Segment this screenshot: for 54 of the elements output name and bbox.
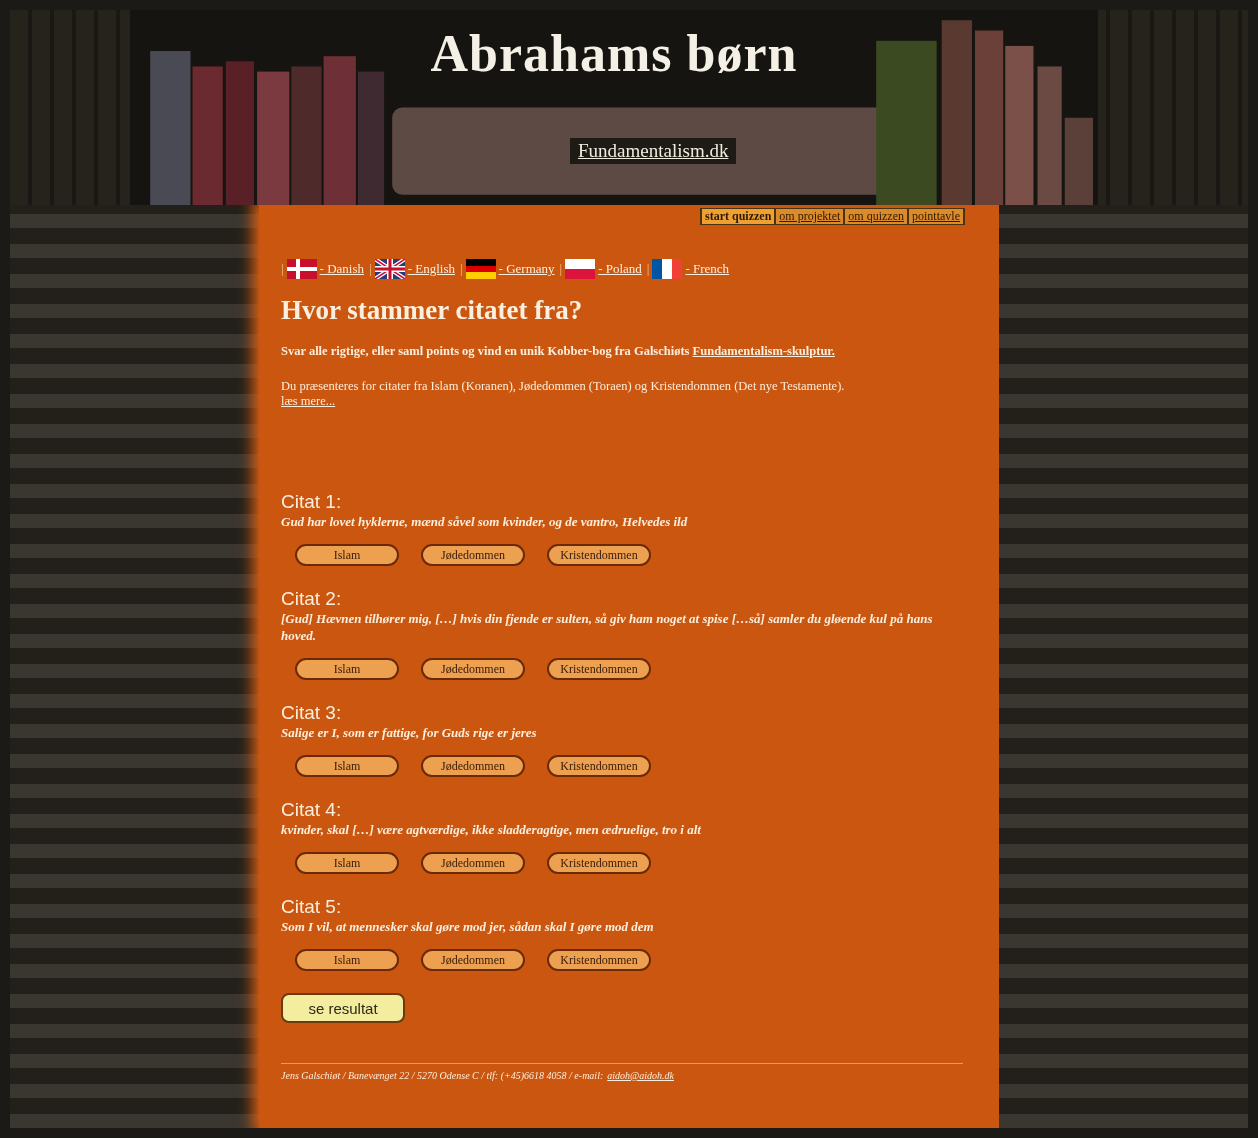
language-link[interactable]: - Poland [598,261,642,277]
answer-button[interactable]: Kristendommen [547,852,651,874]
quote-text: Som I vil, at mennesker skal gøre mod jer, sådan skal I gøre mod dem [281,918,655,935]
answer-button[interactable]: Islam [295,544,399,566]
answer-button[interactable]: Jødedommen [421,949,525,971]
answer-button[interactable]: Jødedommen [421,852,525,874]
quote-label: Citat 5: [281,896,343,918]
quote-text: Salige er I, som er fattige, for Guds rige er jeres [281,724,538,741]
flag-icon [565,259,596,279]
answer-button[interactable]: Kristendommen [547,755,651,777]
nav-link[interactable]: start quizzen [702,209,775,224]
site-link[interactable]: Fundamentalism.dk [570,138,737,164]
intro-text: Svar alle rigtige, eller saml points og vind en unik Kobber-bog fra Galschiøts Fundamentalism-skulptur. [281,344,836,359]
sculpture-link[interactable]: Fundamentalism-skulptur. [692,344,835,358]
quote-label: Citat 1: [281,491,343,513]
quote-label: Citat 3: [281,702,343,724]
language-link[interactable]: - Germany [498,261,555,277]
flag-icon [652,259,683,279]
answer-button[interactable]: Kristendommen [547,544,651,566]
answer-button[interactable]: Islam [295,658,399,680]
email-link[interactable]: aidoh@aidoh.dk [607,1070,674,1081]
answer-button[interactable]: Kristendommen [547,949,651,971]
quote-text: [Gud] Hævnen tilhører mig, […] hvis din fjende er sulten, så giv ham noget at spise […så] samler du gløende kul på hans hoved. [281,610,934,644]
language-link[interactable]: - French [685,261,730,277]
answer-button[interactable]: Jødedommen [421,544,525,566]
flag-icon [465,259,496,279]
separator-text: | [459,261,463,277]
quote-text: Gud har lovet hyklerne, mænd såvel som kvinder, og de vantro, Helvedes ild [281,513,689,530]
answer-button[interactable]: Jødedommen [421,658,525,680]
nav-link[interactable]: om projektet [776,209,844,224]
separator-text: | [369,261,372,277]
flag-icon [374,259,405,279]
answer-button[interactable]: Islam [295,755,399,777]
read-more-link[interactable]: læs mere... [281,394,336,408]
description-text: Du præsenteres for citater fra Islam (Koranen), Jødedommen (Toraen) og Kristendommen (Det nye Testamente). læs mere... [281,379,846,409]
quote-label: Citat 2: [281,588,343,610]
quote-text: kvinder, skal […] være agtværdige, ikke sladderagtige, men ædruelige, tro i alt [281,821,702,838]
separator-text: | [559,261,563,277]
language-link[interactable]: - English [407,261,455,277]
answer-button[interactable]: Kristendommen [547,658,651,680]
page-heading: Hvor stammer citatet fra? [281,295,584,326]
language-link[interactable]: - Danish [319,261,365,277]
site-title: Abrahams børn [429,24,799,83]
footer-text: Jens Galschiøt / Banevænget 22 / 5270 Odense C / tlf: (+45)6618 4058 / e-mail: [281,1070,604,1081]
quote-label: Citat 4: [281,799,343,821]
separator-text: | [281,261,284,277]
answer-button[interactable]: Islam [295,852,399,874]
nav-link[interactable]: pointtavle [909,209,963,224]
flag-icon [286,259,317,279]
answer-button[interactable]: Jødedommen [421,755,525,777]
answer-button[interactable]: Islam [295,949,399,971]
nav-link[interactable]: om quizzen [845,209,907,224]
separator-text: | [646,261,650,277]
result-button[interactable]: se resultat [281,993,405,1023]
